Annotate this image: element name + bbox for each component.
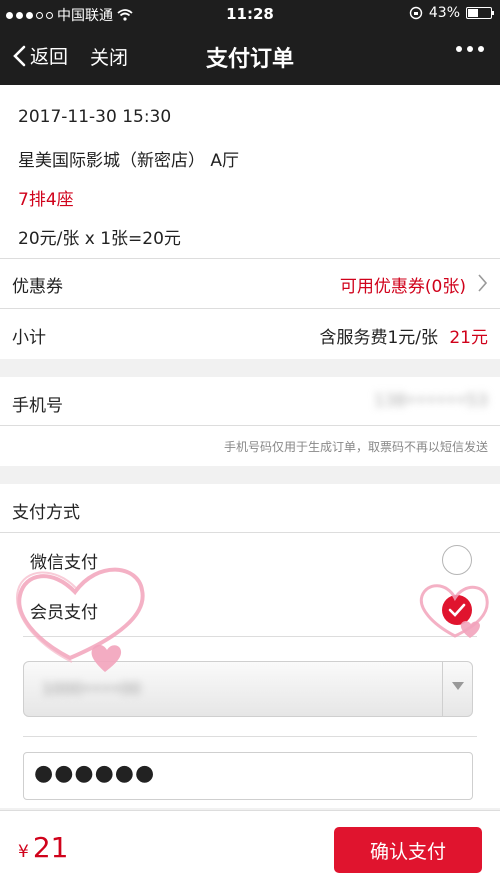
order-summary: 2017-11-30 15:30 星美国际影城（新密店） A厅 7排4座 20元… [0,85,500,258]
rotation-lock-icon [409,6,423,20]
coupon-row[interactable]: 优惠券 可用优惠券(0张) [0,259,500,308]
pay-option-member[interactable]: 会员支付 [30,598,98,623]
confirm-pay-button[interactable]: 确认支付 [334,827,482,873]
dropdown-arrow-icon [442,662,472,716]
more-icon[interactable] [456,46,484,52]
phone-row[interactable]: 手机号 138••••••53 [0,377,500,425]
member-card-value: 1000••••00 [42,679,141,698]
currency-symbol: ¥ [18,842,29,862]
service-fee-text: 含服务费1元/张 [319,328,438,348]
payment-method-label: 支付方式 [12,503,80,523]
chevron-right-icon [478,274,488,292]
status-bar: 中国联通 11:28 43% [0,0,500,28]
wechat-radio[interactable] [442,545,472,575]
order-datetime: 2017-11-30 15:30 [18,107,172,127]
member-radio-checked[interactable] [442,595,472,625]
pay-option-wechat[interactable]: 微信支付 [30,548,98,573]
total-amount: 21 [32,831,69,864]
nav-bar: 返回 关闭 支付订单 [0,28,500,85]
coupon-label: 优惠券 [12,277,63,297]
phone-note-row: 手机号码仅用于生成订单，取票码不再以短信发送 [0,426,500,466]
order-price-calc: 20元/张 x 1张=20元 [18,229,181,249]
member-card-select[interactable]: 1000••••00 [23,661,473,717]
phone-note: 手机号码仅用于生成订单，取票码不再以短信发送 [223,440,488,454]
total-price: ¥21 [18,831,68,864]
battery-percent: 43% [428,5,460,21]
subtotal-row: 小计 含服务费1元/张 21元 [0,309,500,359]
coupon-value: 可用优惠券(0张) [339,277,466,297]
order-cinema: 星美国际影城（新密店） A厅 [18,151,240,171]
phone-value[interactable]: 138••••••53 [374,391,488,411]
footer-bar: ¥21 确认支付 [0,810,500,888]
phone-label: 手机号 [12,396,63,416]
check-icon [448,603,466,617]
subtotal-amount: 21元 [449,328,488,348]
subtotal-label: 小计 [12,328,46,348]
page-title: 支付订单 [205,47,294,72]
battery-icon [466,7,494,19]
order-seat: 7排4座 [18,190,74,210]
password-input[interactable]: ●●●●●● [23,752,473,800]
